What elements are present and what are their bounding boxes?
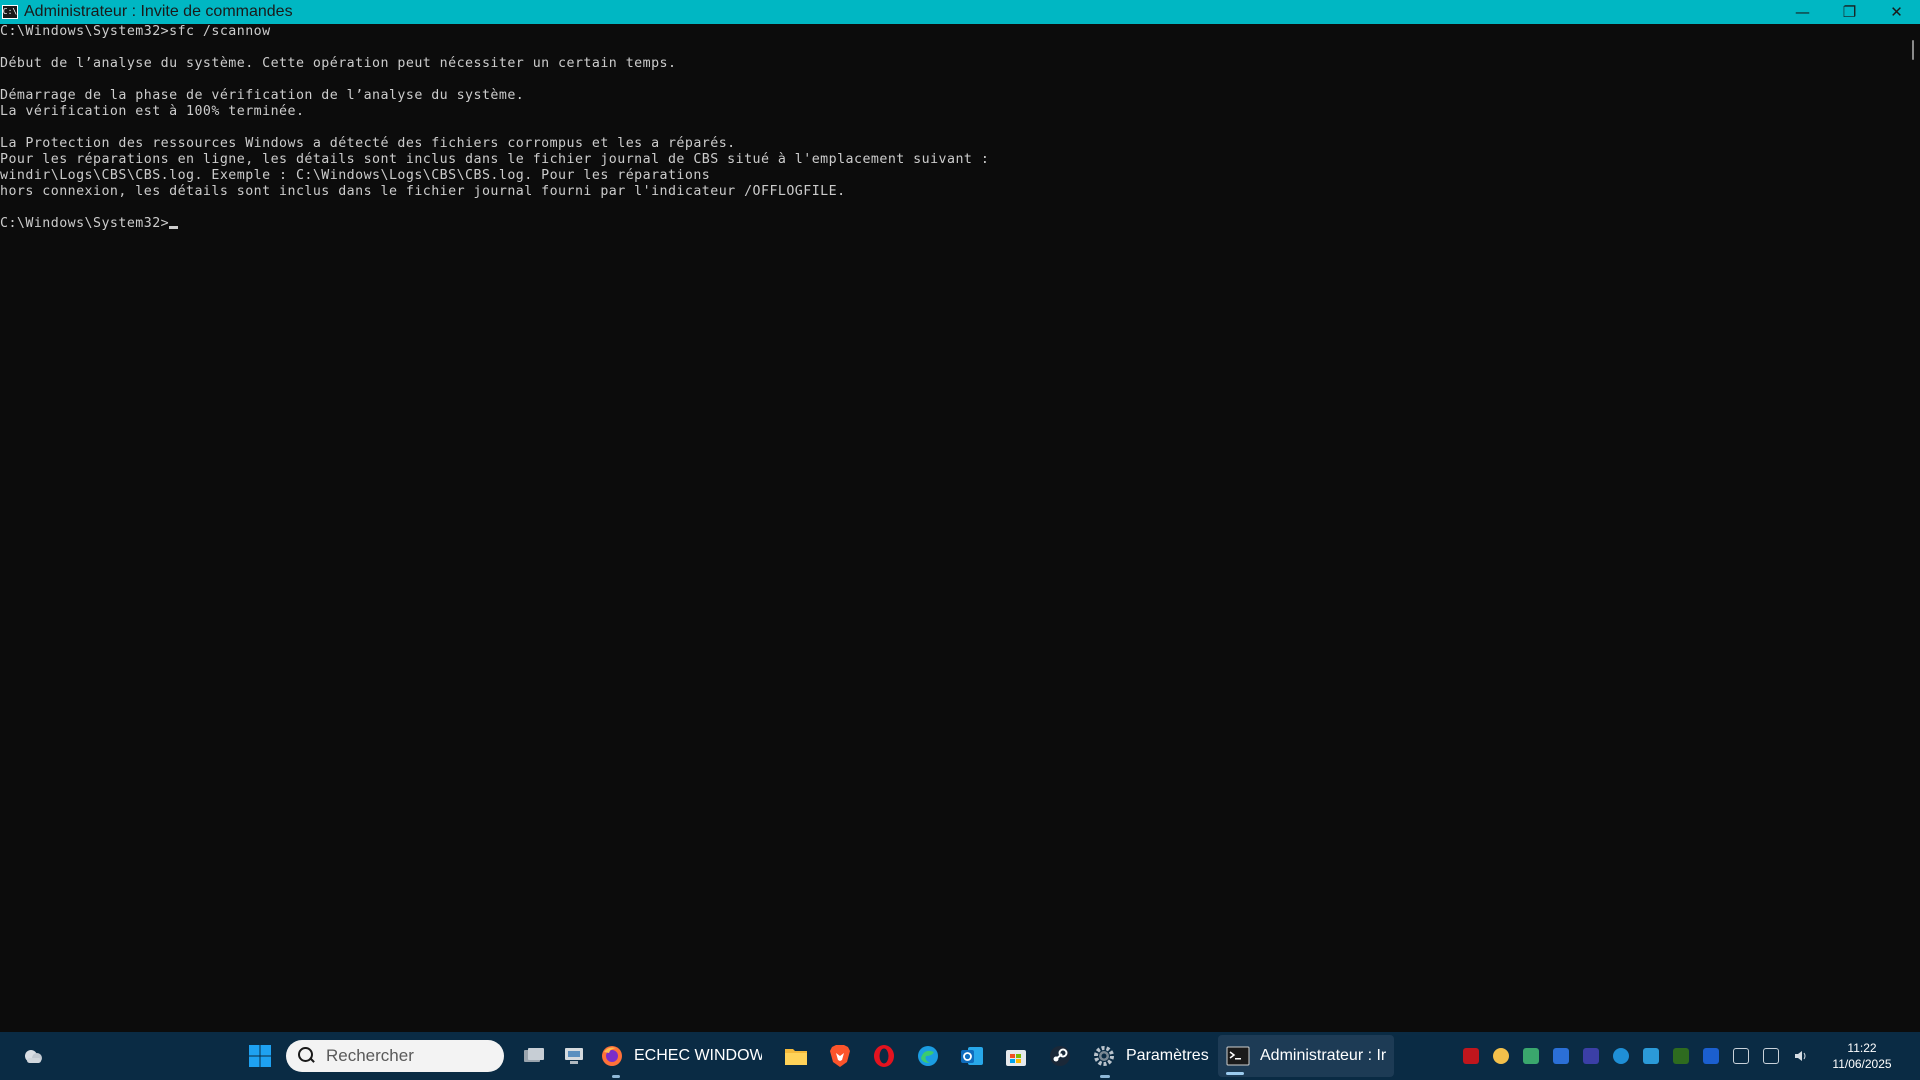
- close-button[interactable]: ✕: [1873, 0, 1920, 24]
- console-line: Début de l’analyse du système. Cette opé…: [0, 56, 677, 71]
- gear-icon: [1092, 1044, 1116, 1068]
- search-icon: [298, 1047, 316, 1065]
- cmd-app-icon-text: C:\: [2, 7, 18, 16]
- tray-security-icon[interactable]: [1523, 1048, 1539, 1064]
- network-monitor-icon[interactable]: [1763, 1048, 1779, 1064]
- tray-record-icon[interactable]: [1463, 1048, 1479, 1064]
- settings-running-indicator: [1100, 1075, 1110, 1078]
- console-line: La Protection des ressources Windows a d…: [0, 136, 736, 151]
- steam-icon: [1048, 1044, 1072, 1068]
- weather-cloud-icon: [22, 1044, 46, 1068]
- task-view-icon: [522, 1044, 546, 1068]
- window-controls: — ❐ ✕: [1779, 0, 1920, 24]
- bluetooth-icon[interactable]: [1703, 1048, 1719, 1064]
- start-button[interactable]: [244, 1032, 276, 1080]
- taskbar-app-firefox[interactable]: ECHEC WINDOWS: [600, 1032, 770, 1080]
- search-placeholder: Rechercher: [326, 1046, 414, 1065]
- brave-icon: [828, 1044, 852, 1068]
- tray-nvidia-icon[interactable]: [1673, 1048, 1689, 1064]
- taskbar-app-brave[interactable]: [822, 1032, 858, 1080]
- task-view-button[interactable]: [516, 1032, 552, 1080]
- firefox-window-label: ECHEC WINDOWS: [634, 1047, 762, 1064]
- tray-logitech-icon[interactable]: [1643, 1048, 1659, 1064]
- scrollbar-thumb[interactable]: [1912, 40, 1914, 60]
- console-line: Pour les réparations en ligne, les détai…: [0, 152, 990, 167]
- taskbar-app-opera[interactable]: [866, 1032, 902, 1080]
- window-title-bar[interactable]: C:\ Administrateur : Invite de commandes…: [0, 0, 1920, 24]
- system-tray: [1456, 1032, 1816, 1080]
- network-settings-icon: [562, 1044, 586, 1068]
- cmd-window-label: Administrateur : Ir: [1260, 1047, 1387, 1064]
- cmd-app-icon: C:\: [2, 5, 18, 19]
- taskbar-app-settings[interactable]: Paramètres: [1092, 1032, 1210, 1080]
- tray-status-icon[interactable]: [1493, 1048, 1509, 1064]
- taskbar-app-file-explorer[interactable]: [778, 1032, 814, 1080]
- firefox-icon: [600, 1044, 624, 1068]
- console-prompt-line[interactable]: C:\Windows\System32>: [0, 216, 1905, 232]
- tray-d-app-icon[interactable]: [1583, 1048, 1599, 1064]
- vertical-scrollbar[interactable]: [1905, 24, 1920, 1032]
- opera-icon: [872, 1044, 896, 1068]
- console-prompt: C:\Windows\System32>: [0, 216, 170, 231]
- minimize-button[interactable]: —: [1779, 0, 1826, 24]
- console-line: La vérification est à 100% terminée.: [0, 104, 305, 119]
- tray-sync-icon[interactable]: [1613, 1048, 1629, 1064]
- taskbar-clock[interactable]: 11:22 11/06/2025: [1822, 1040, 1902, 1072]
- settings-window-label: Paramètres: [1126, 1047, 1209, 1064]
- outlook-icon: [960, 1044, 984, 1068]
- text-cursor: [169, 226, 179, 229]
- console-line: C:\Windows\System32>sfc /scannow: [0, 24, 271, 39]
- console-output[interactable]: C:\Windows\System32>sfc /scannow Début d…: [0, 24, 1905, 1032]
- console-line: Démarrage de la phase de vérification de…: [0, 88, 525, 103]
- console-line: hors connexion, les détails sont inclus …: [0, 184, 846, 199]
- firefox-running-indicator: [612, 1075, 620, 1078]
- store-bag-icon: [1004, 1044, 1028, 1068]
- taskbar-app-command-prompt[interactable]: Administrateur : Ir: [1218, 1035, 1394, 1077]
- windows-logo-icon: [248, 1044, 272, 1068]
- folder-icon: [784, 1044, 808, 1068]
- speaker-icon[interactable]: [1793, 1048, 1809, 1064]
- restore-button[interactable]: ❐: [1826, 0, 1873, 24]
- taskbar-app-edge[interactable]: [910, 1032, 946, 1080]
- keyboard-icon[interactable]: [1733, 1048, 1749, 1064]
- cmd-active-indicator: [1226, 1072, 1244, 1075]
- console-line: windir\Logs\CBS\CBS.log. Exemple : C:\Wi…: [0, 168, 711, 183]
- edge-icon: [916, 1044, 940, 1068]
- taskbar-app-steam[interactable]: [1042, 1032, 1078, 1080]
- tray-malwarebytes-icon[interactable]: [1553, 1048, 1569, 1064]
- taskbar-search[interactable]: Rechercher: [286, 1040, 504, 1072]
- taskbar: Rechercher ECHEC WINDOWS Paramètres Admi…: [0, 1032, 1920, 1080]
- taskbar-app-microsoft-store[interactable]: [998, 1032, 1034, 1080]
- clock-time: 11:22: [1847, 1041, 1877, 1055]
- cmd-terminal-icon: [1226, 1044, 1250, 1068]
- widgets-button[interactable]: [16, 1032, 52, 1080]
- clock-date: 11/06/2025: [1832, 1057, 1892, 1071]
- taskbar-app-outlook[interactable]: [954, 1032, 990, 1080]
- window-title: Administrateur : Invite de commandes: [24, 3, 293, 20]
- taskbar-app-network-settings[interactable]: [556, 1032, 592, 1080]
